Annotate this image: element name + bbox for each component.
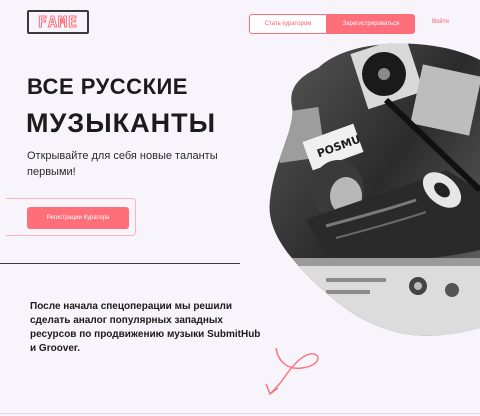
decorative-arrow-icon (265, 347, 319, 396)
hero-musician-photo: POSMU (269, 43, 480, 336)
header-button-group: Стать куратором Зарегистрироваться (249, 14, 415, 34)
curator-registration-button[interactable]: Регистрации Куратора (27, 207, 129, 229)
become-curator-button[interactable]: Стать куратором (249, 14, 327, 34)
about-text: После начала спецоперации мы решили сдел… (30, 301, 261, 354)
login-link[interactable]: Войти (432, 19, 449, 25)
hero-title-line2: МУЗЫКАНТЫ (26, 108, 217, 138)
hero-title-line1: ВСЕ РУССКИЕ (27, 74, 188, 99)
fame-logo[interactable]: FAME (27, 10, 89, 34)
section-divider (0, 263, 240, 264)
register-button[interactable]: Зарегистрироваться (327, 14, 415, 34)
footer-divider (0, 413, 480, 414)
hero-subtitle: Открывайте для себя новые таланты первым… (27, 150, 218, 178)
